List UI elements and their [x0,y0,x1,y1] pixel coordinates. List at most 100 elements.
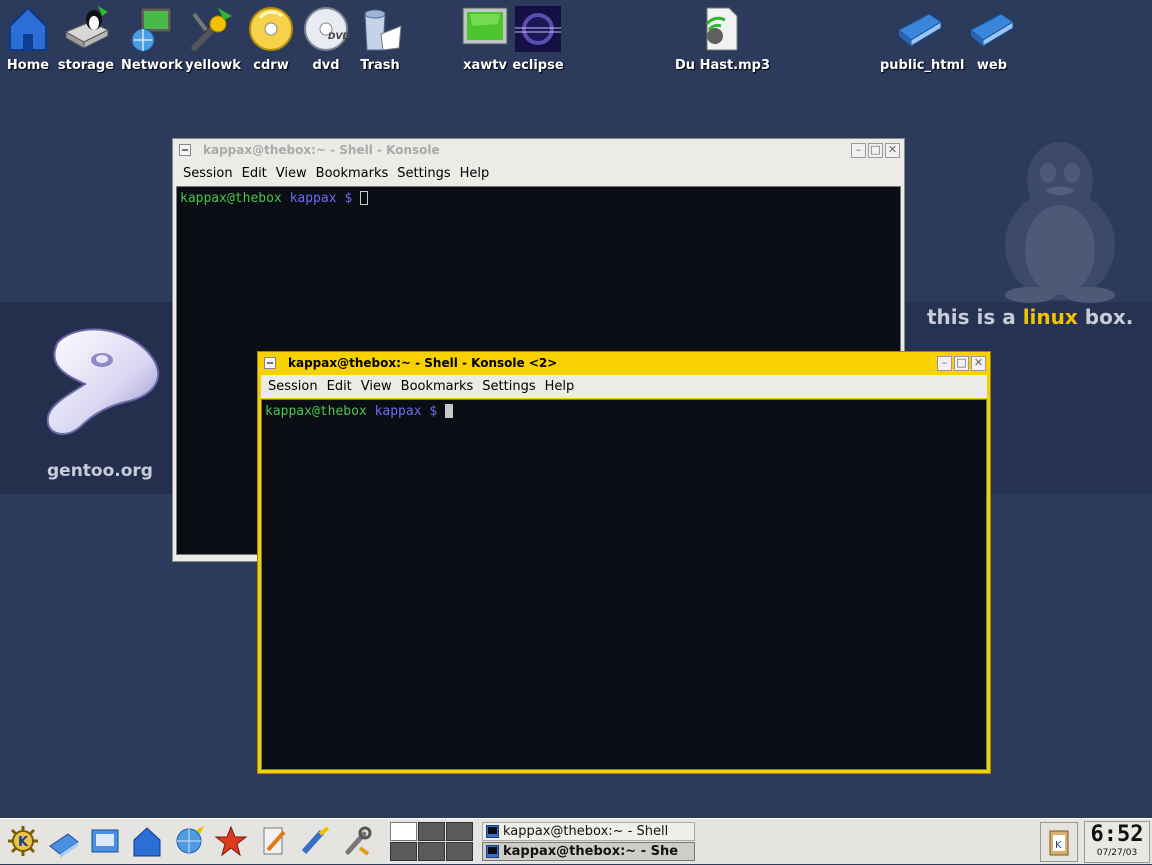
prompt-directory: kappax [289,191,337,206]
menu-view[interactable]: View [276,166,307,181]
window-title: kappax@thebox:~ - Shell - Konsole [203,143,440,157]
prompt-symbol: $ [344,191,353,206]
icon-label: Du Hast.mp3 [675,58,771,73]
menu-session[interactable]: Session [183,166,233,181]
konsole-window-2[interactable]: kappax@thebox:~ - Shell - Konsole <2> – … [257,351,991,774]
task-button-active[interactable]: kappax@thebox:~ - She [482,842,695,861]
prompt-user: kappax@thebox [180,191,282,206]
gentoo-logo [46,328,160,436]
linux-slogan: this is a linux box. [927,305,1133,329]
desktop-icon-network[interactable]: Network [117,4,187,73]
desktop-icon-du-hast-mp3[interactable]: Du Hast.mp3 [675,4,771,73]
desktop-icon-public-html[interactable]: public_html [880,4,965,73]
clock-date: 07/27/03 [1096,848,1138,858]
icon-label: web [976,58,1008,73]
window-menu-button[interactable] [179,144,191,156]
prompt-symbol: $ [429,404,438,419]
maximize-button[interactable]: □ [868,143,883,158]
menu-bookmarks[interactable]: Bookmarks [316,166,389,181]
task-list: kappax@thebox:~ - Shell kappax@thebox:~ … [482,822,695,862]
home-icon[interactable] [130,824,164,858]
terminal-area[interactable]: kappax@thebox kappax $ [261,399,987,770]
storage-drive-icon [64,6,110,49]
settings-wrench-icon[interactable] [340,824,374,858]
close-button[interactable]: ✕ [885,143,900,158]
clock[interactable]: 6:52 07/27/03 [1084,821,1150,863]
konqueror-icon[interactable] [172,824,206,858]
cdrw-disc-icon [249,7,293,51]
audio-file-icon [705,7,738,51]
desktop-icon-web[interactable]: web [957,4,1027,73]
pager-desktop-4[interactable] [390,842,417,861]
text-cursor [445,404,454,418]
folder-icon [970,13,1014,47]
menu-settings[interactable]: Settings [482,379,535,394]
slogan-part-1: this is a [927,305,1023,329]
window-title: kappax@thebox:~ - Shell - Konsole <2> [288,356,558,370]
svg-text:K: K [18,835,29,850]
home-folder-icon[interactable] [88,824,122,858]
yellowk-icon [191,8,232,51]
slogan-part-2: linux [1022,305,1078,329]
prompt-user: kappax@thebox [265,404,367,419]
menubar: Session Edit View Bookmarks Settings Hel… [176,162,901,185]
icon-label: Network [121,58,183,73]
menu-bookmarks[interactable]: Bookmarks [401,379,474,394]
menu-help[interactable]: Help [460,166,490,181]
window-menu-button[interactable] [264,357,276,369]
kde-menu-icon[interactable]: K [6,824,40,858]
folder-icon [898,13,942,47]
clock-time: 6:52 [1090,822,1144,847]
pager-desktop-3[interactable] [446,822,473,841]
shell-prompt: kappax@thebox kappax $ [265,404,454,419]
home-icon [9,6,47,51]
window-titlebar[interactable]: kappax@thebox:~ - Shell - Konsole – □ ✕ [173,139,904,162]
system-tray: K [1040,822,1078,862]
menubar: Session Edit View Bookmarks Settings Hel… [261,375,987,398]
menu-settings[interactable]: Settings [397,166,450,181]
text-cursor [360,191,369,205]
gentoo-text: gentoo.org [47,461,153,481]
minimize-button[interactable]: – [851,143,866,158]
close-button[interactable]: ✕ [971,356,986,371]
menu-help[interactable]: Help [545,379,575,394]
maximize-button[interactable]: □ [954,356,969,371]
svg-text:K: K [1055,840,1062,851]
editor-icon[interactable] [256,824,290,858]
network-icon [131,7,172,52]
brush-icon[interactable] [298,824,332,858]
star-app-icon[interactable] [214,824,248,858]
trash-icon [364,9,402,51]
klipper-clipboard-icon[interactable]: K [1041,823,1077,861]
shell-prompt: kappax@thebox kappax $ [180,191,369,206]
task-label: kappax@thebox:~ - She [503,844,679,859]
pager-desktop-2[interactable] [418,822,445,841]
menu-edit[interactable]: Edit [327,379,352,394]
tux-watermark [1005,142,1115,303]
pager-desktop-5[interactable] [418,842,445,861]
dvd-disc-icon: DVD [304,7,350,51]
desktop-icon-eclipse[interactable]: eclipse [503,4,573,73]
pager-desktop-6[interactable] [446,842,473,861]
icon-label: storage [57,58,115,73]
pager-desktop-1[interactable] [390,822,417,841]
minimize-button[interactable]: – [937,356,952,371]
task-label: kappax@thebox:~ - Shell [503,824,669,839]
konsole-icon [486,845,499,858]
show-desktop-icon[interactable] [46,824,80,858]
menu-view[interactable]: View [361,379,392,394]
icon-label: Trash [360,58,400,73]
task-button[interactable]: kappax@thebox:~ - Shell [482,822,695,841]
prompt-directory: kappax [374,404,422,419]
menu-edit[interactable]: Edit [242,166,267,181]
window-titlebar[interactable]: kappax@thebox:~ - Shell - Konsole <2> – … [258,352,990,375]
eclipse-icon [515,6,561,52]
desktop-icon-trash[interactable]: Trash [345,4,415,73]
desktop-icon-storage[interactable]: storage [51,4,121,73]
konsole-icon [486,825,499,838]
icon-label: eclipse [512,58,564,73]
menu-session[interactable]: Session [268,379,318,394]
kde-panel: K kappax@thebox:~ - Shell kappax@thebox:… [0,818,1152,864]
icon-label: public_html [880,58,965,73]
slogan-part-3: box. [1077,305,1134,329]
